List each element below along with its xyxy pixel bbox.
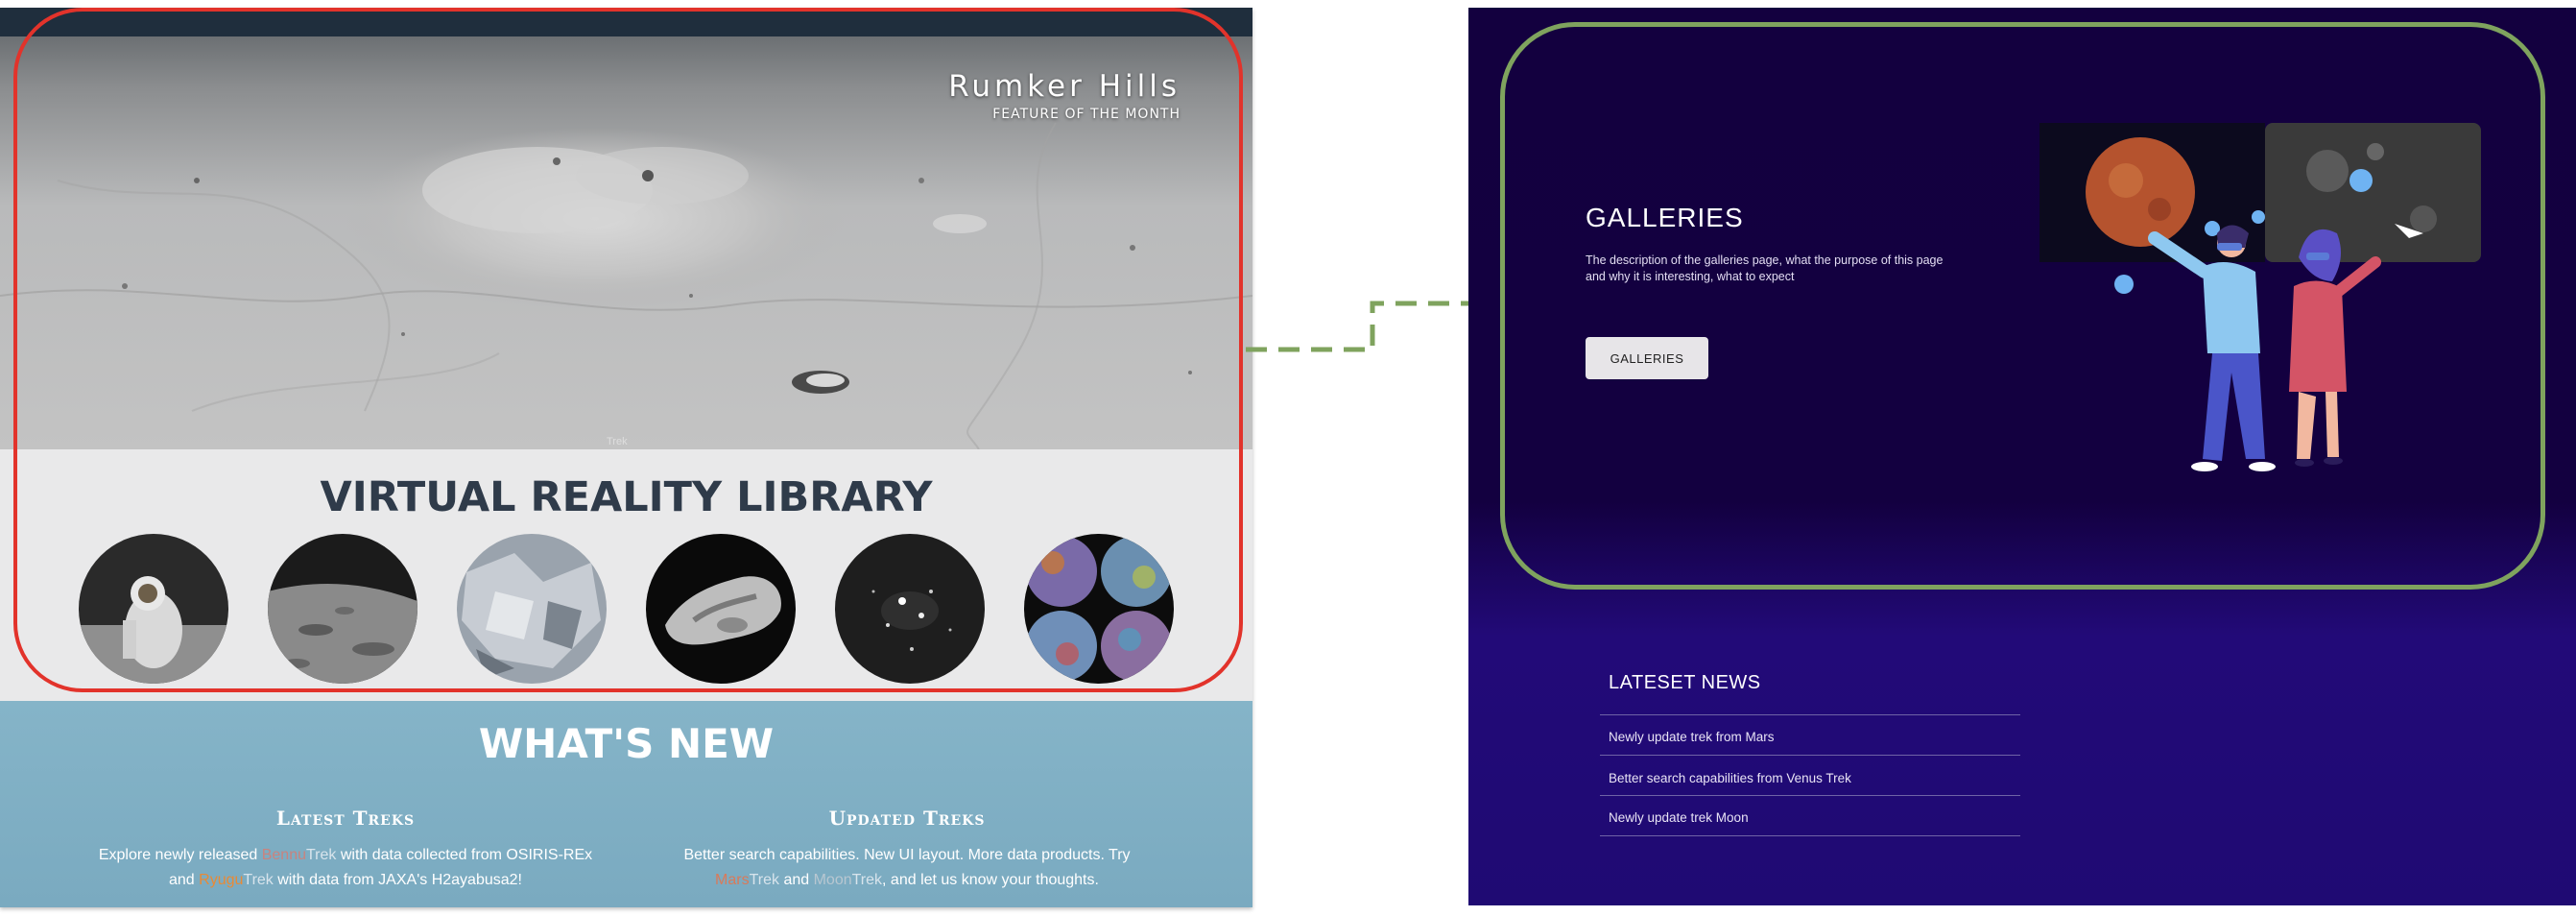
trek-link-text[interactable]: Trek xyxy=(750,872,779,888)
whats-new-title: WHAT'S NEW xyxy=(478,720,775,767)
news-item[interactable]: Better search capabilities from Venus Tr… xyxy=(1609,771,1851,785)
feature-title: Rumker Hills xyxy=(948,69,1181,104)
hero-top-bar xyxy=(0,8,1252,36)
galleries-button[interactable]: GALLERIES xyxy=(1586,337,1708,379)
feature-hero[interactable]: Rumker Hills FEATURE OF THE MONTH Trek xyxy=(0,8,1252,449)
news-item[interactable]: Newly update trek Moon xyxy=(1609,810,1749,825)
right-panel: GALLERIES The description of the galleri… xyxy=(1468,8,2576,905)
news-divider xyxy=(1600,714,2020,715)
latest-treks-column: Latest Treks Explore newly released Benn… xyxy=(77,807,614,893)
text-span: and xyxy=(169,872,200,888)
trek-watermark: Trek xyxy=(607,436,628,447)
feature-subtitle: FEATURE OF THE MONTH xyxy=(992,107,1181,122)
text-span: Better search capabilities. New UI layou… xyxy=(683,847,1131,863)
vr-thumbnail-planet-mosaic[interactable] xyxy=(1024,534,1174,684)
vr-thumbnail-star-field[interactable] xyxy=(835,534,985,684)
dashed-connector xyxy=(1246,301,1497,352)
text-span: and xyxy=(779,872,814,888)
galleries-title: GALLERIES xyxy=(1586,203,1744,232)
mars-link[interactable]: Mars xyxy=(715,872,750,888)
ryugu-link[interactable]: Ryugu xyxy=(199,872,243,888)
vr-library-title: VIRTUAL REALITY LIBRARY xyxy=(320,473,933,521)
updated-treks-column: Updated Treks Better search capabilities… xyxy=(638,807,1176,893)
news-divider xyxy=(1600,835,2020,836)
updated-treks-heading: Updated Treks xyxy=(828,807,986,830)
news-divider xyxy=(1600,755,2020,756)
latest-news-title: LATESET NEWS xyxy=(1609,672,1761,693)
trek-link-text[interactable]: Trek xyxy=(243,872,273,888)
news-divider xyxy=(1600,795,2020,796)
text-span: , and let us know your thoughts. xyxy=(882,872,1099,888)
bennu-link[interactable]: Bennu xyxy=(262,847,306,863)
updated-treks-text: Better search capabilities. New UI layou… xyxy=(638,843,1176,893)
news-item[interactable]: Newly update trek from Mars xyxy=(1609,730,1775,744)
vr-thumbnail-lunar-surface[interactable] xyxy=(268,534,417,684)
text-span: with data from JAXA's H2ayabusa2! xyxy=(273,872,522,888)
galleries-description: The description of the galleries page, w… xyxy=(1586,253,1944,283)
vr-thumbnail-ice-rock[interactable] xyxy=(457,534,607,684)
text-span: Explore newly released xyxy=(98,847,262,863)
vr-thumbnail-asteroid[interactable] xyxy=(646,534,796,684)
trek-link-text[interactable]: Trek xyxy=(852,872,882,888)
trek-link-text[interactable]: Trek xyxy=(306,847,336,863)
moon-link[interactable]: Moon xyxy=(814,872,852,888)
left-panel: Rumker Hills FEATURE OF THE MONTH Trek V… xyxy=(0,8,1252,907)
latest-treks-text: Explore newly released BennuTrek with da… xyxy=(77,843,614,893)
text-span: with data collected from OSIRIS-REx xyxy=(336,847,593,863)
vr-viewers-illustration xyxy=(2039,123,2481,471)
vr-thumbnail-astronaut[interactable] xyxy=(79,534,228,684)
whats-new-section: WHAT'S NEW Latest Treks Explore newly re… xyxy=(0,701,1252,907)
latest-treks-heading: Latest Treks xyxy=(275,807,416,830)
